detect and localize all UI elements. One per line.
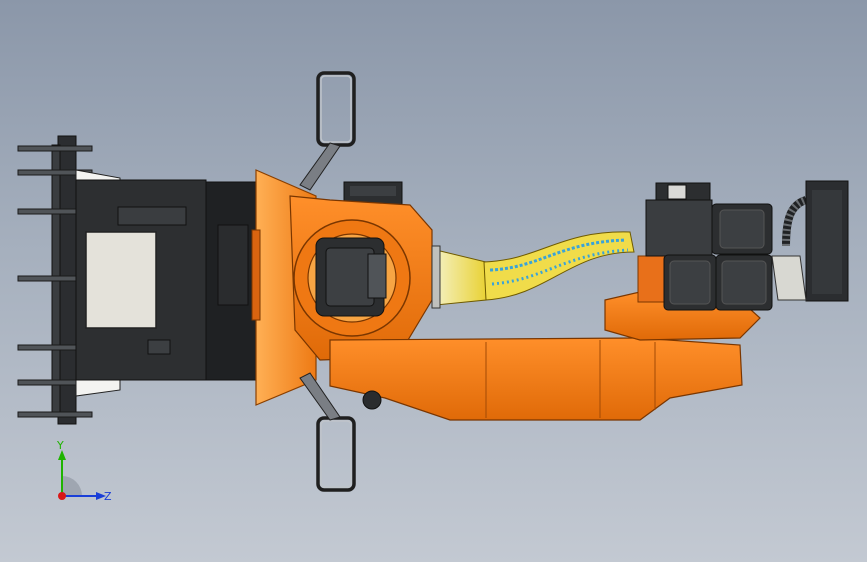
lower-handle [299,372,356,492]
y-axis-label: Y [56,440,64,452]
main-arm [329,337,743,421]
shoulder-casting [289,195,433,361]
cable-hose [431,231,635,309]
tool-motor [771,180,849,302]
x-axis-dot-icon [58,492,66,500]
coordinate-triad: Y Z [44,439,114,510]
cad-viewport[interactable]: Y Z [0,0,867,562]
z-axis-label: Z [104,490,112,503]
upper-handle [299,71,356,191]
triad-plane-indicator [62,476,82,496]
wrist-motors [645,182,773,311]
base-housing [75,169,257,397]
robot-model[interactable] [0,0,867,562]
motor-cover-panel [85,231,157,329]
